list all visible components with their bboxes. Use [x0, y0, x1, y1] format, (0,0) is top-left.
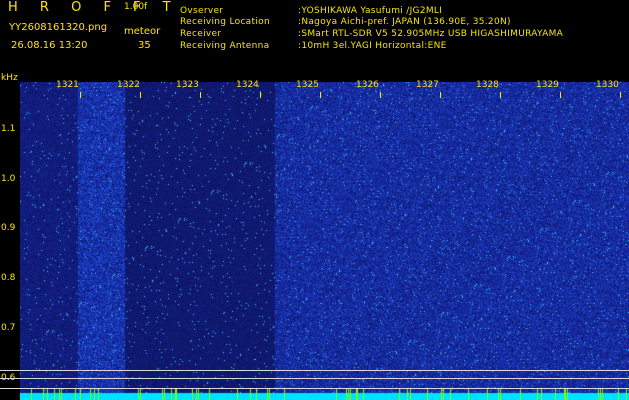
- y-tick-label: 1.1: [1, 124, 16, 134]
- meteor-label: meteor: [124, 26, 161, 37]
- minute-label: 1330: [596, 80, 619, 90]
- timestamp: 26.08.16 13:20: [11, 40, 88, 51]
- minute-tick: [500, 92, 501, 98]
- minute-tick: [560, 92, 561, 98]
- file-name: YY2608161320.png: [9, 22, 108, 33]
- minute-label: 1325: [296, 80, 319, 90]
- frequency-marker-line: [0, 370, 629, 371]
- minute-tick: [320, 92, 321, 98]
- minute-label: 1329: [536, 80, 559, 90]
- minute-label: 1322: [117, 80, 140, 90]
- frequency-marker-line: [0, 388, 629, 389]
- axis-unit-label: kHz: [1, 73, 18, 83]
- antenna-value: :10mH 3el.YAGI Horizontal:ENE: [298, 41, 447, 51]
- minute-label: 1323: [176, 80, 199, 90]
- antenna-label: Receiving Antenna: [180, 41, 270, 51]
- y-tick-label: 0.9: [1, 223, 16, 233]
- y-tick-label: 1.0: [1, 174, 16, 184]
- receiver-label: Receiver: [180, 29, 222, 39]
- minute-tick: [200, 92, 201, 98]
- minute-label: 1328: [476, 80, 499, 90]
- app-title: H R O F F T: [8, 0, 180, 15]
- minute-label: 1324: [236, 80, 259, 90]
- minute-label: 1321: [56, 80, 79, 90]
- minute-label: 1326: [356, 80, 379, 90]
- y-tick-label: 0.7: [1, 323, 16, 333]
- y-tick-label: 0.8: [1, 273, 16, 283]
- minute-tick: [620, 92, 621, 98]
- spectrogram-waterfall: [20, 82, 629, 400]
- receiver-value: :SMart RTL-SDR V5 52.905MHz USB HIGASHIM…: [298, 29, 564, 39]
- minute-tick: [260, 92, 261, 98]
- minute-tick: [140, 92, 141, 98]
- location-value: :Nagoya Aichi-pref. JAPAN (136.90E, 35.2…: [298, 17, 511, 27]
- minute-tick: [80, 92, 81, 98]
- minute-label: 1327: [416, 80, 439, 90]
- observer-label: Ovserver: [180, 6, 224, 16]
- minute-tick: [380, 92, 381, 98]
- observer-value: :YOSHIKAWA Yasufumi /JG2MLI: [298, 6, 443, 16]
- minute-tick: [440, 92, 441, 98]
- app-version: 1.00f: [124, 2, 148, 12]
- frequency-marker-line: [0, 378, 629, 379]
- meteor-count: 35: [138, 40, 151, 51]
- location-label: Receiving Location: [180, 17, 270, 27]
